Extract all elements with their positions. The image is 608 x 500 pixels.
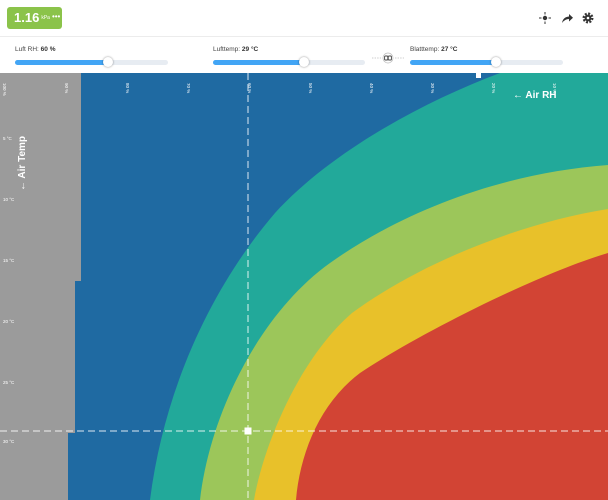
rh-tick-label: 40 % [369, 83, 374, 94]
temp-tick-label: 30 °C [3, 439, 15, 444]
temp-axis-title: ← Air Temp [17, 135, 28, 191]
vpd-zone-plot [0, 73, 608, 500]
leaf-temp-slider-thumb[interactable] [490, 57, 501, 67]
vpd-unit: kPa [41, 15, 50, 21]
temp-tick-label: 10 °C [3, 197, 15, 202]
leaf-temp-label: Blatttemp: 27 °C [410, 46, 457, 53]
air-temp-label-text: Lufttemp: [213, 46, 241, 53]
air-rh-slider-thumb[interactable] [103, 57, 114, 67]
rh-tick-label: 20 % [491, 83, 496, 94]
air-rh-value: 60 % [40, 46, 56, 53]
air-temp-slider-thumb[interactable] [299, 57, 310, 67]
air-rh-slider-fill [15, 60, 109, 65]
link-temps-toggle[interactable] [372, 52, 404, 64]
air-rh-label: Luft RH: 60 % [15, 46, 55, 53]
vpd-chart[interactable]: 100 % 90 % 80 % 70 % 60 % 50 % 40 % 30 %… [0, 73, 608, 500]
rh-tick-label: 70 % [186, 83, 191, 94]
air-temp-slider[interactable] [213, 57, 365, 67]
vpd-badge[interactable]: 1.16 kPa ••• [7, 7, 62, 29]
air-temp-slider-fill [213, 60, 305, 65]
crosshair-marker[interactable] [244, 427, 252, 435]
air-rh-label-text: Luft RH: [15, 46, 39, 53]
rh-tick-label: 60 % [247, 83, 252, 94]
leaf-temp-label-text: Blatttemp: [410, 46, 440, 53]
share-icon[interactable] [560, 11, 574, 25]
header-bar: 1.16 kPa ••• [0, 0, 608, 37]
more-icon[interactable]: ••• [52, 12, 60, 21]
air-rh-slider[interactable] [15, 57, 168, 67]
temp-tick-label: 20 °C [3, 319, 15, 324]
temp-tick-label: 15 °C [3, 258, 15, 263]
rh-axis-marker [476, 73, 481, 78]
vpd-value: 1.16 [14, 10, 40, 25]
rh-tick-label: 100 % [2, 83, 7, 96]
rh-tick-label: 80 % [125, 83, 130, 94]
air-temp-value: 29 °C [241, 46, 259, 53]
target-icon[interactable] [538, 11, 552, 25]
rh-axis-title: ← Air RH [513, 90, 557, 101]
leaf-temp-slider-fill [410, 60, 496, 65]
air-temp-label: Lufttemp: 29 °C [213, 46, 258, 53]
rh-tick-label: 30 % [430, 83, 435, 94]
gear-icon[interactable] [581, 11, 595, 25]
temp-tick-label: 25 °C [3, 380, 15, 385]
rh-tick-label: 50 % [308, 83, 313, 94]
leaf-temp-value: 27 °C [441, 46, 458, 53]
rh-tick-label: 90 % [64, 83, 69, 94]
leaf-temp-slider[interactable] [410, 57, 563, 67]
temp-tick-label: 5 °C [3, 136, 12, 141]
